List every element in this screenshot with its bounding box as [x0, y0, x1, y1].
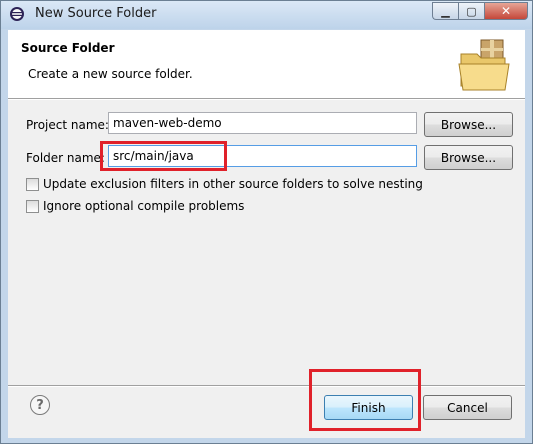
dialog-window: New Source Folder ▁ ▢ ✕ Source Folder Cr… [0, 0, 533, 444]
wizard-banner: Source Folder Create a new source folder… [8, 30, 525, 98]
maximize-icon: ▢ [466, 4, 477, 18]
finish-highlight [309, 369, 421, 431]
eclipse-icon [10, 7, 24, 21]
ignore-optional-label: Ignore optional compile problems [43, 199, 245, 213]
source-folder-wizard-icon [458, 39, 510, 91]
close-button[interactable]: ✕ [484, 2, 528, 20]
close-icon: ✕ [500, 4, 512, 18]
help-icon[interactable]: ? [30, 395, 50, 415]
window-title: New Source Folder [35, 6, 157, 21]
ignore-optional-checkbox[interactable] [26, 199, 39, 213]
update-exclusion-checkbox-row[interactable]: Update exclusion filters in other source… [26, 177, 423, 191]
update-exclusion-checkbox[interactable] [26, 177, 39, 191]
project-name-label: Project name: [26, 118, 109, 132]
banner-title: Source Folder [21, 41, 115, 55]
banner-separator-highlight [8, 99, 525, 100]
banner-description: Create a new source folder. [28, 67, 193, 81]
minimize-icon: ▁ [441, 4, 450, 18]
project-browse-button[interactable]: Browse... [424, 112, 513, 137]
update-exclusion-label: Update exclusion filters in other source… [43, 177, 423, 191]
dialog-content: Source Folder Create a new source folder… [8, 30, 525, 438]
folder-name-highlight [100, 141, 227, 171]
cancel-button[interactable]: Cancel [423, 395, 512, 420]
folder-browse-button[interactable]: Browse... [424, 145, 513, 170]
folder-name-label: Folder name: [26, 151, 105, 165]
caption-buttons: ▁ ▢ ✕ [432, 2, 528, 20]
maximize-button[interactable]: ▢ [458, 2, 484, 20]
footer-separator-highlight [8, 386, 525, 387]
ignore-optional-checkbox-row[interactable]: Ignore optional compile problems [26, 199, 244, 213]
title-bar[interactable]: New Source Folder ▁ ▢ ✕ [1, 1, 532, 29]
minimize-button[interactable]: ▁ [432, 2, 458, 20]
project-name-input[interactable] [108, 112, 417, 134]
